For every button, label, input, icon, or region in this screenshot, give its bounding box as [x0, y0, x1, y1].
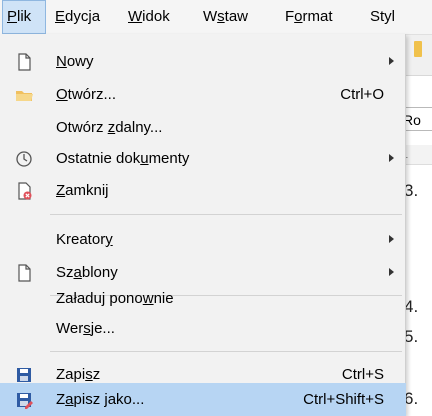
menu-item-label: Kreatory: [56, 231, 113, 248]
list-number: 6.: [404, 389, 419, 408]
menu-item-otworz[interactable]: Otwórz... Ctrl+O: [0, 78, 406, 111]
submenu-arrow-icon: [389, 235, 394, 243]
submenu-arrow-icon: [389, 57, 394, 65]
menu-item-label: Otwórz zdalny...: [56, 119, 163, 136]
shortcut-text: Ctrl+Shift+S: [303, 391, 384, 408]
save-as-icon: [17, 393, 33, 409]
menu-item-nowy[interactable]: Nowy: [0, 45, 406, 78]
close-document-icon: [18, 182, 32, 200]
submenu-arrow-icon: [389, 154, 394, 162]
list-number: 4.: [404, 297, 419, 316]
menu-item-zaladuj-ponownie[interactable]: Załaduj ponownie: [0, 282, 406, 315]
menu-item-label: Załaduj ponownie: [56, 290, 174, 307]
menu-item-kreatory[interactable]: Kreatory: [0, 223, 406, 256]
shortcut-text: Ctrl+O: [340, 86, 384, 103]
menu-item-zapisz-jako[interactable]: Zapisz jako... Ctrl+Shift+S: [0, 383, 406, 416]
recent-clock-icon: [16, 151, 32, 167]
menu-item-zamknij[interactable]: Zamknij: [0, 174, 406, 207]
pencil-icon: [414, 41, 422, 57]
menu-item-otworz-zdalny[interactable]: Otwórz zdalny...: [0, 111, 406, 144]
new-document-icon: [18, 53, 31, 71]
menu-wstaw[interactable]: Wstaw: [203, 0, 248, 34]
menu-separator: [50, 351, 402, 352]
menu-item-ostatnie-dokumenty[interactable]: Ostatnie dokumenty: [0, 142, 406, 175]
save-icon: [17, 368, 31, 382]
menu-separator: [50, 214, 402, 215]
menu-item-label: Ostatnie dokumenty: [56, 150, 190, 167]
menu-item-label: Zamknij: [56, 182, 109, 199]
submenu-arrow-icon: [389, 268, 394, 276]
menu-edycja[interactable]: Edycja: [55, 0, 100, 34]
templates-icon: [18, 264, 31, 282]
menu-plik[interactable]: Plik: [2, 0, 46, 34]
menu-format[interactable]: Format: [285, 0, 333, 34]
menu-item-label: Wersje...: [56, 320, 115, 337]
menu-bar: Plik Edycja Widok Wstaw Format Styl: [0, 0, 432, 35]
menu-item-label: Otwórz...: [56, 86, 117, 103]
menu-item-label: Nowy: [56, 53, 94, 70]
list-number: 5.: [404, 327, 419, 346]
open-folder-icon: [16, 91, 33, 101]
menu-item-label: Zapisz jako...: [56, 391, 145, 408]
menu-style[interactable]: Styl: [370, 0, 395, 34]
file-menu: Nowy Otwórz... Ctrl+O Otwórz zdalny... O…: [0, 34, 406, 416]
menu-item-wersje[interactable]: Wersje...: [0, 312, 406, 345]
menu-widok[interactable]: Widok: [128, 0, 170, 34]
list-number: 3.: [404, 181, 419, 200]
